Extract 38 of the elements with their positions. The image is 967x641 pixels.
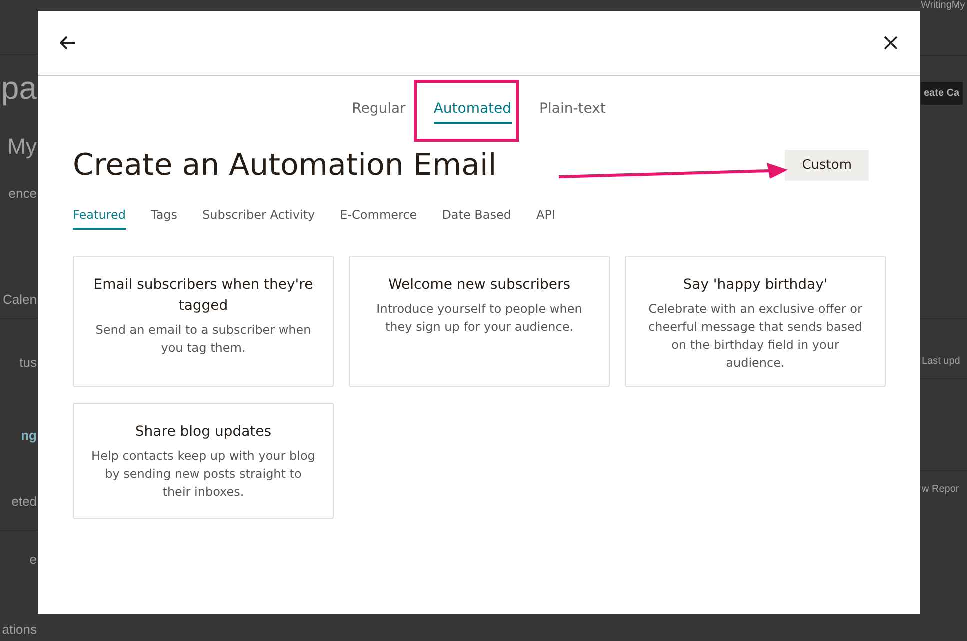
category-tab[interactable]: Featured [73,205,126,230]
card-title: Email subscribers when they're tagged [92,276,314,316]
card-description: Help contacts keep up with your blog by sending new posts straight to their inboxes. [90,448,316,501]
card-description: Send an email to a subscriber when you tag them. [94,322,312,357]
template-card[interactable]: Email subscribers when they're tagged Send an email to a subscriber when you tag them. [73,256,334,387]
background-text: Calen [3,292,37,307]
category-tab[interactable]: Date Based [442,205,512,230]
template-card[interactable]: Share blog updates Help contacts keep up with your blog by sending new posts straight to their inboxes. [73,403,334,519]
custom-button[interactable]: Custom [785,150,869,181]
category-tab[interactable]: Subscriber Activity [202,205,316,230]
background-text: WritingMy [921,0,966,11]
close-icon[interactable] [884,36,898,50]
background-text: My [8,134,37,160]
type-tab[interactable]: Automated [434,98,512,124]
card-title: Say 'happy birthday' [682,276,829,295]
card-title: Share blog updates [134,423,273,442]
template-card[interactable]: Say 'happy birthday' Celebrate with an exclusive offer or cheerful message that sends based on the birthday field in your audience. [625,256,886,387]
dialog-title: Create an Automation Email [73,148,497,183]
card-description: Celebrate with an exclusive offer or cheerful message that sends based on the birthday field in your audience. [648,301,864,372]
background-text: eate Ca [921,82,963,105]
card-description: Introduce yourself to people when they sign up for your audience. [376,301,584,336]
type-tab[interactable]: Plain-text [540,98,606,124]
background-text: pa [1,70,37,107]
category-tab[interactable]: E-Commerce [340,205,418,230]
back-icon[interactable] [60,36,76,50]
category-tab[interactable]: API [536,205,556,230]
template-card[interactable]: Welcome new subscribers Introduce yourself to people when they sign up for your audience. [349,256,610,387]
background-text: ng [21,428,37,443]
background-text: w Repor [922,484,960,495]
background-text: Last upd [922,356,960,367]
card-title: Welcome new subscribers [387,276,572,295]
background-text: ence [8,186,37,201]
category-tab[interactable]: Tags [150,205,178,230]
type-tab[interactable]: Regular [352,98,406,124]
background-text: ations [2,622,37,637]
background-text: e [30,552,37,567]
background-text: tus [20,355,37,370]
background-text: eted [12,494,37,509]
